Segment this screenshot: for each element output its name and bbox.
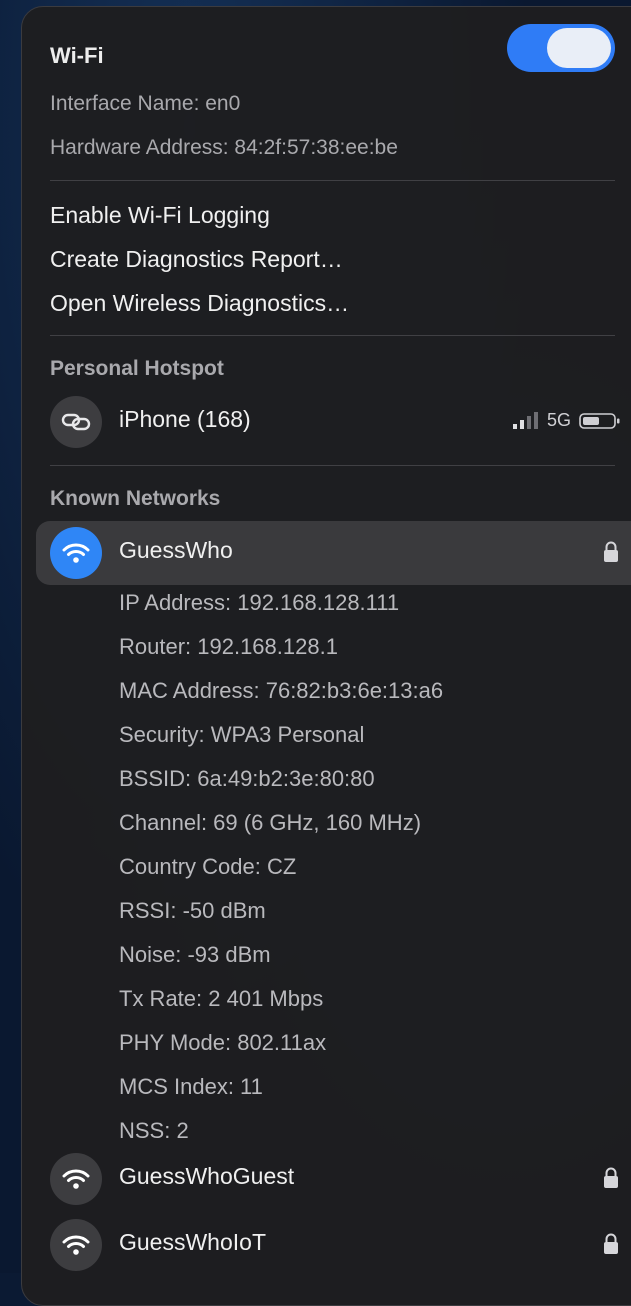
wifi-toggle-knob: [547, 28, 611, 68]
wifi-icon: [50, 1153, 102, 1205]
security-type: Security: WPA3 Personal: [119, 722, 365, 747]
hotspot-device-name: iPhone (168): [119, 406, 251, 432]
wifi-title: Wi-Fi: [50, 43, 104, 68]
wifi-menu-panel: Wi-Fi Interface Name: en0 Hardware Addre…: [21, 6, 631, 1306]
wifi-icon: [50, 527, 102, 579]
enable-wifi-logging-item[interactable]: Enable Wi-Fi Logging: [50, 202, 270, 229]
hotspot-iphone-row[interactable]: iPhone (168) 5G: [50, 393, 620, 449]
wifi-icon: [50, 1219, 102, 1271]
lock-icon: [604, 541, 618, 562]
router-address: Router: 192.168.128.1: [119, 634, 338, 659]
hotspot-network-type: 5G: [546, 410, 571, 430]
network-row-guesswhoiot[interactable]: GuessWhoIoT: [50, 1216, 618, 1272]
signal-bars-icon: [512, 411, 538, 429]
tx-rate: Tx Rate: 2 401 Mbps: [119, 986, 324, 1011]
ip-address: IP Address: 192.168.128.111: [119, 590, 400, 615]
network-name: GuessWhoGuest: [119, 1163, 295, 1189]
create-diagnostics-report-item[interactable]: Create Diagnostics Report…: [50, 246, 343, 273]
open-wireless-diagnostics-item[interactable]: Open Wireless Diagnostics…: [50, 290, 349, 317]
hotspot-status: 5G: [512, 410, 621, 431]
divider: [50, 465, 615, 466]
wifi-toggle[interactable]: [507, 24, 615, 72]
channel: Channel: 69 (6 GHz, 160 MHz): [119, 810, 422, 835]
mac-address: MAC Address: 76:82:b3:6e:13:a6: [119, 678, 444, 703]
network-name: GuessWho: [119, 537, 233, 563]
phy-mode: PHY Mode: 802.11ax: [119, 1030, 327, 1055]
country-code: Country Code: CZ: [119, 854, 297, 879]
interface-name: Interface Name: en0: [50, 92, 241, 115]
known-networks-heading: Known Networks: [50, 487, 221, 510]
noise: Noise: -93 dBm: [119, 942, 271, 967]
network-name: GuessWhoIoT: [119, 1229, 266, 1255]
battery-icon: [579, 412, 620, 429]
lock-icon: [604, 1233, 618, 1254]
divider: [50, 180, 615, 181]
rssi: RSSI: -50 dBm: [119, 898, 266, 923]
personal-hotspot-heading: Personal Hotspot: [50, 357, 224, 380]
link-icon: [50, 396, 102, 448]
mcs-index: MCS Index: 11: [119, 1074, 263, 1099]
bssid: BSSID: 6a:49:b2:3e:80:80: [119, 766, 375, 791]
lock-icon: [604, 1167, 618, 1188]
hardware-address: Hardware Address: 84:2f:57:38:ee:be: [50, 136, 398, 159]
divider: [50, 335, 615, 336]
network-row-guesswhoguest[interactable]: GuessWhoGuest: [50, 1150, 618, 1206]
network-row-guesswho[interactable]: GuessWho: [50, 524, 618, 580]
nss: NSS: 2: [119, 1118, 189, 1143]
